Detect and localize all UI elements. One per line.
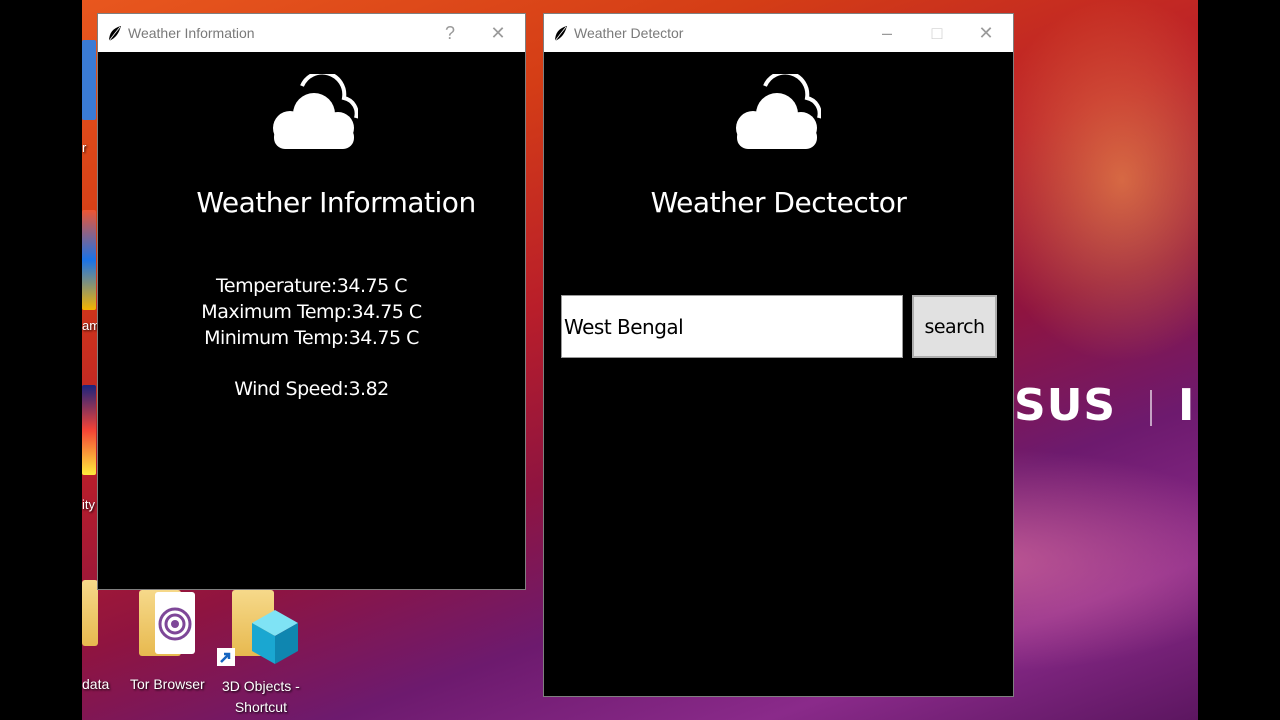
- window-title: Weather Information: [128, 25, 255, 41]
- weather-information-window: Weather Information ? ✕ Weather Informat…: [97, 13, 526, 590]
- title-bar[interactable]: Weather Information ? ✕: [98, 14, 525, 52]
- tor-browser-icon[interactable]: [135, 590, 195, 662]
- cloud-icon: [736, 74, 821, 149]
- maximum-temp-text: Maximum Temp:34.75 C: [201, 301, 422, 323]
- partial-icon-label: r: [82, 140, 87, 155]
- close-button[interactable]: ✕: [963, 14, 1009, 52]
- close-button[interactable]: ✕: [475, 14, 521, 52]
- letterbox-right: [1198, 0, 1280, 720]
- search-button[interactable]: search: [912, 295, 997, 358]
- partial-desktop-icon[interactable]: [82, 210, 96, 310]
- cloud-icon: [273, 74, 358, 149]
- letterbox-left: [0, 0, 82, 720]
- minimum-temp-text: Minimum Temp:34.75 C: [204, 327, 419, 349]
- wallpaper-brand-text-2: IN: [1178, 380, 1198, 431]
- data-folder-label: data: [82, 676, 110, 692]
- partial-desktop-icon[interactable]: [82, 40, 96, 120]
- window-title: Weather Detector: [574, 25, 684, 41]
- help-button[interactable]: ?: [427, 14, 473, 52]
- app-feather-icon: [108, 25, 121, 41]
- window-heading: Weather Information: [196, 186, 476, 219]
- app-feather-icon: [554, 25, 567, 41]
- wallpaper-brand-text: SUS: [1014, 380, 1117, 431]
- 3d-objects-shortcut-label: 3D Objects - Shortcut: [222, 678, 300, 715]
- wallpaper-divider: [1150, 390, 1152, 426]
- temperature-text: Temperature:34.75 C: [216, 275, 407, 297]
- maximize-button[interactable]: □: [914, 14, 960, 52]
- title-bar[interactable]: Weather Detector – □ ✕: [544, 14, 1013, 52]
- wind-speed-text: Wind Speed:3.82: [234, 378, 389, 400]
- weather-detector-window: Weather Detector – □ ✕ Weather Dectector…: [543, 13, 1014, 697]
- city-search-input[interactable]: [561, 295, 903, 358]
- minimize-button[interactable]: –: [864, 14, 910, 52]
- tor-browser-label: Tor Browser: [130, 676, 205, 692]
- 3d-objects-shortcut-icon[interactable]: [217, 590, 307, 670]
- data-folder-icon[interactable]: [82, 580, 98, 660]
- window-heading: Weather Dectector: [650, 186, 907, 219]
- partial-icon-label: ity: [82, 497, 95, 512]
- partial-desktop-icon[interactable]: [82, 385, 96, 475]
